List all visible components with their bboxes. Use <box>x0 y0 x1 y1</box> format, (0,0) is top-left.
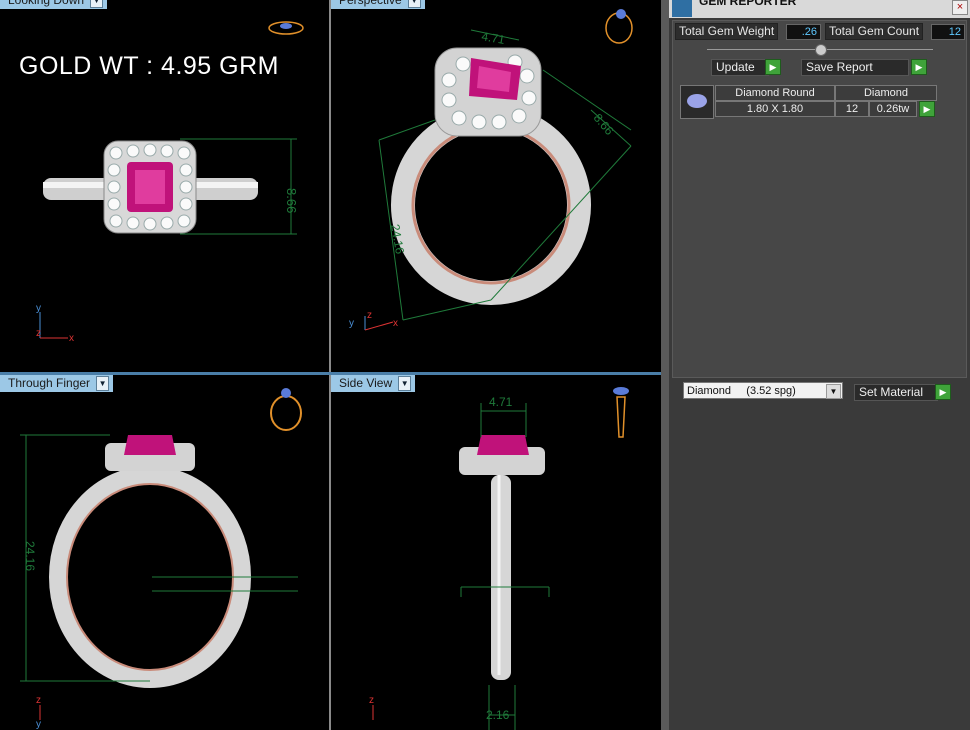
dimension-label: 8.66 <box>591 111 617 138</box>
svg-text:y: y <box>349 318 354 329</box>
gem-table-row[interactable]: Diamond Round Diamond 1.80 X 1.80 12 0.2… <box>680 85 938 119</box>
chevron-down-icon[interactable]: ▼ <box>826 384 841 399</box>
panel-title: GEM REPORTER <box>699 0 797 8</box>
material-select[interactable]: Diamond (3.52 spg) ▼ <box>683 382 843 399</box>
svg-text:y: y <box>36 719 41 730</box>
viewport-divider[interactable] <box>0 372 662 375</box>
ring-top-render: 8.66 y x z <box>36 21 304 344</box>
svg-text:z: z <box>36 328 41 339</box>
report-area: Total Gem Weight .26 Total Gem Count 12 … <box>672 20 967 378</box>
gem-row-go-icon[interactable]: ▶ <box>919 101 935 117</box>
gem-reporter-logo-icon <box>672 0 692 17</box>
viewport-through-finger[interactable]: Through Finger ▼ 24.16 z y <box>0 375 329 730</box>
dimension-label: 24.16 <box>23 541 37 571</box>
axis-gizmo: z <box>369 695 374 720</box>
update-button[interactable]: Update <box>711 59 769 76</box>
gem-weight-cell: 0.26tw <box>869 101 917 117</box>
viewport-divider[interactable] <box>329 0 331 730</box>
ring-side-render: 4.71 2.16 z <box>369 387 629 730</box>
axis-gizmo: y x z <box>36 303 74 344</box>
total-weight-value: .26 <box>786 24 821 40</box>
ring-perspective-render: 4.71 8.66 24.16 y z x <box>349 9 633 331</box>
close-icon[interactable]: × <box>952 0 968 15</box>
ring-front-render: 24.16 z y <box>20 388 302 730</box>
svg-text:y: y <box>36 303 41 314</box>
total-count-value: 12 <box>931 24 965 40</box>
dimension-label: 4.71 <box>480 29 506 47</box>
slider-handle[interactable] <box>815 44 827 56</box>
viewport-side-view[interactable]: Side View ▼ 4.71 2.16 z <box>331 375 661 730</box>
gem-reporter-panel: GEM REPORTER × Total Gem Weight .26 Tota… <box>669 0 970 730</box>
panel-header: GEM REPORTER × <box>669 0 970 18</box>
gem-count-cell: 12 <box>835 101 869 117</box>
ring-preview-icon <box>613 387 629 438</box>
svg-text:x: x <box>393 318 398 329</box>
update-go-icon[interactable]: ▶ <box>765 59 781 75</box>
diamond-gem-icon <box>680 85 714 119</box>
ring-preview-icon <box>270 388 302 431</box>
ring-preview-icon <box>268 21 304 35</box>
material-select-value: Diamond (3.52 spg) <box>687 385 796 397</box>
save-report-button[interactable]: Save Report <box>801 59 909 76</box>
dimension-label: 2.16 <box>486 708 510 722</box>
svg-text:x: x <box>69 333 74 344</box>
total-weight-label: Total Gem Weight <box>675 23 779 40</box>
viewport-divider[interactable] <box>661 0 669 730</box>
axis-gizmo: z y <box>36 695 41 730</box>
viewport-perspective[interactable]: Perspective ▼ 4.71 8.66 24.16 y z x <box>331 0 661 372</box>
svg-text:z: z <box>367 310 372 321</box>
save-report-go-icon[interactable]: ▶ <box>911 59 927 75</box>
axis-gizmo: y z x <box>349 310 398 331</box>
dimension-label: 8.66 <box>284 188 299 213</box>
set-material-go-icon[interactable]: ▶ <box>935 384 951 400</box>
gem-size-cell: 1.80 X 1.80 <box>715 101 835 117</box>
dimension-label: 4.71 <box>489 395 513 409</box>
set-material-button[interactable]: Set Material <box>854 384 938 401</box>
viewport-looking-down[interactable]: Looking Down ▼ GOLD WT : 4.95 GRM 8.66 y… <box>0 0 329 372</box>
gem-material-header: Diamond <box>835 85 937 101</box>
total-count-label: Total Gem Count <box>825 23 924 40</box>
gem-type-header: Diamond Round <box>715 85 835 101</box>
ring-preview-icon <box>605 9 633 44</box>
svg-text:z: z <box>36 695 41 706</box>
svg-text:z: z <box>369 695 374 706</box>
